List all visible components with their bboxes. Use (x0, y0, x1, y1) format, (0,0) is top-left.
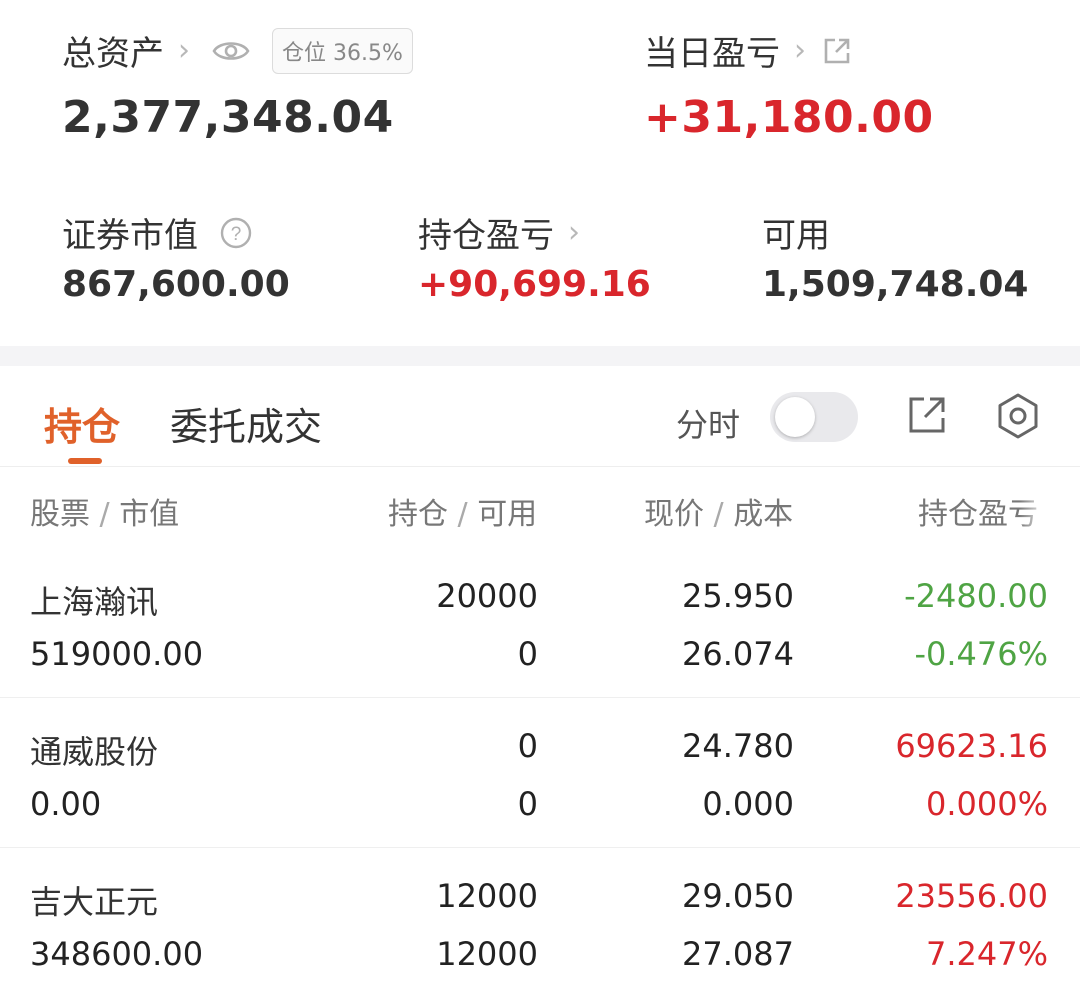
holding-pnl: 23556.00 (895, 877, 1048, 915)
holding-row[interactable]: 吉大正元 348600.00 12000 12000 29.050 27.087… (0, 847, 1080, 997)
tab-holdings[interactable]: 持仓 (44, 396, 120, 451)
header-current-price: 现价 (644, 497, 704, 532)
header-available: 可用 (477, 497, 538, 532)
help-icon[interactable]: ? (220, 217, 252, 249)
header-holding: 持仓 (388, 497, 448, 532)
position-ratio-badge: 仓位 36.5% (272, 27, 413, 74)
chevron-right-icon: › (568, 215, 580, 250)
stock-name: 通威股份 (30, 733, 159, 771)
market-value-label: 证券市值 (62, 216, 198, 256)
available-value: 1,509,748.04 (762, 264, 1029, 305)
available-qty: 0 (517, 785, 538, 823)
current-price: 29.050 (682, 877, 794, 915)
header-stock-name: 股票 (30, 497, 90, 532)
holding-pnl-label: 持仓盈亏 (418, 216, 554, 256)
holding-pnl: -2480.00 (904, 577, 1048, 615)
fenshi-toggle[interactable] (770, 392, 858, 442)
total-assets-value: 2,377,348.04 (62, 92, 394, 143)
tab-active-indicator (68, 458, 102, 464)
holding-qty: 0 (517, 727, 538, 765)
header-market-value: 市值 (119, 497, 180, 532)
chevron-right-icon: › (794, 33, 806, 68)
total-assets-header[interactable]: 总资产 › 仓位 36.5% (62, 26, 413, 75)
stock-name: 吉大正元 (30, 883, 159, 921)
header-price: 现价 / 成本 (644, 497, 794, 532)
cost-price: 27.087 (682, 935, 794, 973)
holding-pnl-pct: 0.000% (925, 785, 1048, 823)
market-value-header: 证券市值 ? (62, 208, 252, 257)
holdings-table-header: 股票 / 市值 持仓 / 可用 现价 / 成本 持仓盈亏 (0, 467, 1080, 547)
daily-pnl-header[interactable]: 当日盈亏 › (644, 26, 852, 75)
gear-icon[interactable] (994, 392, 1042, 440)
holding-pnl-value: +90,699.16 (418, 264, 651, 305)
chevron-right-icon: › (178, 33, 190, 68)
holding-pnl-pct: 7.247% (925, 935, 1048, 973)
cost-price: 26.074 (682, 635, 794, 673)
stock-market-value: 519000.00 (30, 635, 204, 673)
holding-pnl: 69623.16 (895, 727, 1048, 765)
current-price: 24.780 (682, 727, 794, 765)
daily-pnl-value: +31,180.00 (644, 92, 934, 143)
stock-name: 上海瀚讯 (30, 583, 159, 621)
svg-text:?: ? (231, 224, 242, 245)
eye-icon[interactable] (212, 38, 250, 64)
tab-orders[interactable]: 委托成交 (170, 396, 322, 451)
stock-market-value: 348600.00 (30, 935, 204, 973)
available-qty: 12000 (436, 935, 538, 973)
asset-summary: 总资产 › 仓位 36.5% 2,377,348.04 当日盈亏 › +31,1… (0, 0, 1080, 346)
holding-qty: 12000 (436, 877, 538, 915)
available-qty: 0 (517, 635, 538, 673)
total-assets-label: 总资产 (62, 34, 164, 74)
header-holding-pnl: 持仓盈亏 (918, 497, 1038, 532)
export-icon[interactable] (906, 394, 948, 436)
holding-row[interactable]: 通威股份 0.00 0 0 24.780 0.000 69623.16 0.00… (0, 697, 1080, 848)
header-stock: 股票 / 市值 (30, 497, 180, 532)
fenshi-label: 分时 (676, 406, 741, 444)
holding-qty: 20000 (436, 577, 538, 615)
header-quantity: 持仓 / 可用 (388, 497, 538, 532)
current-price: 25.950 (682, 577, 794, 615)
stock-market-value: 0.00 (30, 785, 102, 823)
section-divider (0, 346, 1080, 366)
available-header: 可用 (762, 208, 830, 257)
daily-pnl-label: 当日盈亏 (644, 34, 780, 74)
toggle-knob (775, 397, 815, 437)
header-cost: 成本 (733, 497, 794, 532)
holding-row[interactable]: 上海瀚讯 519000.00 20000 0 25.950 26.074 -24… (0, 547, 1080, 698)
market-value: 867,600.00 (62, 264, 290, 305)
holding-pnl-header[interactable]: 持仓盈亏 › (418, 208, 580, 257)
available-label: 可用 (762, 216, 830, 256)
holding-pnl-pct: -0.476% (914, 635, 1048, 673)
cost-price: 0.000 (702, 785, 794, 823)
tab-bar: 持仓 委托成交 分时 (0, 366, 1080, 467)
share-icon[interactable] (822, 36, 852, 66)
